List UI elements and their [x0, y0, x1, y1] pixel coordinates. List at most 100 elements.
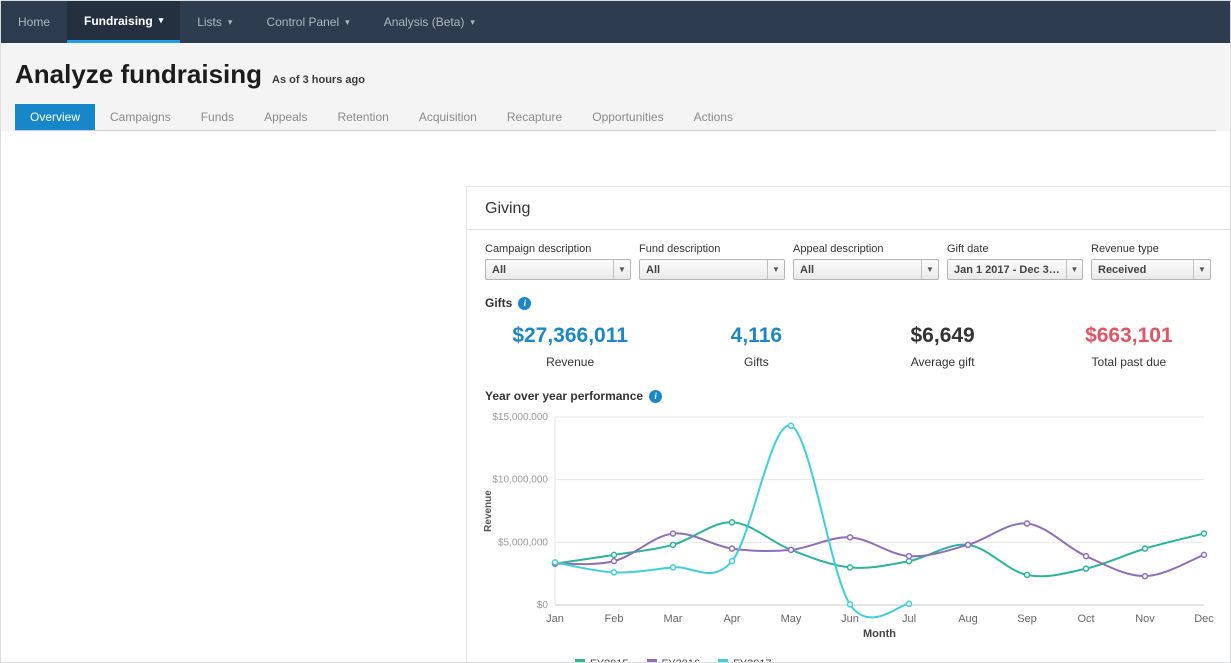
appeal-description-select[interactable]: All ▼ [793, 259, 939, 280]
kpi-total-past-due: $663,101 Total past due [1036, 324, 1222, 369]
page-title: Analyze fundraising [15, 59, 263, 89]
select-value: Received [1098, 263, 1147, 276]
select-value: Jan 1 2017 - Dec 31… [954, 263, 1066, 276]
info-icon[interactable]: i [649, 389, 663, 403]
content-area: Giving Campaign description All ▼ Fund d… [1, 131, 1230, 662]
nav-label: Control Panel [266, 15, 340, 29]
nav-label: Fundraising [84, 13, 153, 28]
caret-down-icon: ▾ [158, 15, 164, 25]
dropdown-arrow-icon: ▼ [921, 260, 938, 279]
as-of-timestamp: As of 3 hours ago [272, 74, 365, 86]
info-icon[interactable]: i [518, 296, 532, 310]
nav-item-control-panel[interactable]: Control Panel ▾ [249, 1, 366, 43]
svg-text:Apr: Apr [723, 613, 740, 625]
giving-panel-header: Giving [467, 187, 1230, 230]
kpi-gifts: 4,116 Gifts [663, 324, 849, 369]
chart-heading-row: Year over year performance i [467, 383, 1230, 405]
gifts-section-header: Gifts i [467, 288, 1230, 312]
gift-date-select[interactable]: Jan 1 2017 - Dec 31… ▼ [947, 259, 1083, 280]
kpi-value: $27,366,011 [512, 324, 628, 347]
filter-label: Fund description [639, 243, 721, 255]
filter-fund-description: Fund description All ▼ [639, 243, 785, 280]
tab-campaigns[interactable]: Campaigns [95, 104, 186, 130]
kpi-label: Average gift [910, 355, 975, 369]
chart-heading: Year over year performance [485, 389, 644, 403]
nav-item-analysis-beta[interactable]: Analysis (Beta) ▾ [367, 1, 492, 43]
svg-text:Oct: Oct [1077, 613, 1094, 625]
svg-text:Month: Month [863, 628, 896, 640]
tab-opportunities[interactable]: Opportunities [577, 104, 678, 130]
kpi-label: Total past due [1091, 355, 1167, 369]
giving-panel: Giving Campaign description All ▼ Fund d… [466, 186, 1230, 662]
svg-text:$0: $0 [537, 600, 549, 611]
filter-label: Appeal description [793, 243, 884, 255]
legend-swatch [718, 659, 729, 662]
kpi-value: 4,116 [730, 324, 783, 347]
svg-text:Feb: Feb [605, 613, 624, 625]
legend-item-fy2015[interactable]: FY2015 [575, 658, 629, 662]
tab-retention[interactable]: Retention [322, 104, 403, 130]
legend-item-fy2016[interactable]: FY2016 [646, 658, 701, 662]
legend-label: FY2016 [662, 658, 701, 662]
line-chart[interactable]: $0 $5,000,000 $10,000,000 $15,000,000 Revenu… [477, 407, 1222, 649]
legend-item-fy2017[interactable]: FY2017 [718, 658, 772, 662]
nav-item-lists[interactable]: Lists ▾ [180, 1, 249, 43]
select-value: All [492, 263, 507, 276]
kpi-average-gift: $6,649 Average gift [850, 324, 1036, 369]
revenue-type-select[interactable]: Received ▼ [1091, 259, 1211, 280]
nav-label: Lists [197, 15, 222, 29]
svg-text:$5,000,000: $5,000,000 [498, 537, 548, 548]
filter-label: Revenue type [1091, 243, 1159, 255]
svg-text:Mar: Mar [664, 613, 683, 625]
caret-down-icon: ▾ [227, 16, 233, 27]
svg-text:Jul: Jul [902, 613, 916, 625]
legend-label: FY2017 [733, 658, 772, 662]
select-value: All [800, 263, 815, 276]
nav-label: Home [18, 15, 51, 29]
tab-recapture[interactable]: Recapture [492, 104, 577, 130]
kpi-value: $663,101 [1085, 324, 1173, 347]
legend-label: FY2015 [590, 658, 629, 662]
filter-appeal-description: Appeal description All ▼ [793, 243, 939, 280]
dropdown-arrow-icon: ▼ [767, 260, 784, 279]
svg-text:Dec: Dec [1194, 613, 1214, 625]
panel-title: Giving [485, 200, 531, 217]
tab-bar: Overview Campaigns Funds Appeals Retenti… [15, 104, 1216, 131]
kpi-row: $27,366,011 Revenue 4,116 Gifts $6,649 A… [467, 312, 1230, 383]
filter-campaign-description: Campaign description All ▼ [485, 243, 631, 280]
page-header: Analyze fundraising As of 3 hours ago Ov… [1, 43, 1230, 131]
kpi-revenue: $27,366,011 Revenue [477, 324, 663, 369]
kpi-label: Gifts [744, 355, 769, 369]
gifts-label: Gifts [485, 296, 513, 310]
filter-gift-date: Gift date Jan 1 2017 - Dec 31… ▼ [947, 243, 1083, 280]
top-navigation: Home Fundraising ▾ Lists ▾ Control Panel… [1, 1, 1230, 43]
caret-down-icon: ▾ [470, 16, 475, 27]
caret-down-icon: ▾ [345, 16, 350, 27]
svg-text:Jun: Jun [841, 613, 859, 625]
dropdown-arrow-icon: ▼ [1065, 260, 1082, 279]
dropdown-arrow-icon: ▼ [613, 260, 630, 279]
svg-text:Jan: Jan [546, 613, 564, 625]
svg-text:Sep: Sep [1017, 613, 1037, 625]
nav-item-fundraising[interactable]: Fundraising ▾ [67, 1, 181, 43]
app-window: Home Fundraising ▾ Lists ▾ Control Panel… [0, 0, 1231, 663]
legend-swatch [575, 659, 585, 662]
filter-label: Campaign description [485, 243, 592, 255]
tab-acquisition[interactable]: Acquisition [404, 104, 492, 130]
select-value: All [646, 263, 661, 276]
svg-text:$15,000,000: $15,000,000 [492, 412, 548, 423]
yoy-chart-container[interactable]: $0 $5,000,000 $10,000,000 $15,000,000 Revenu… [467, 405, 1230, 662]
tab-actions[interactable]: Actions [679, 104, 748, 130]
svg-text:Revenue: Revenue [483, 490, 494, 532]
filter-revenue-type: Revenue type Received ▼ [1091, 243, 1211, 280]
tab-appeals[interactable]: Appeals [249, 104, 322, 130]
campaign-description-select[interactable]: All ▼ [485, 259, 631, 280]
svg-text:Nov: Nov [1135, 613, 1155, 625]
nav-label: Analysis (Beta) [383, 15, 465, 29]
fund-description-select[interactable]: All ▼ [639, 259, 785, 280]
tab-overview[interactable]: Overview [15, 104, 96, 130]
tab-funds[interactable]: Funds [186, 104, 249, 130]
filter-label: Gift date [947, 243, 989, 255]
kpi-label: Revenue [546, 355, 595, 369]
nav-item-home[interactable]: Home [1, 1, 67, 43]
